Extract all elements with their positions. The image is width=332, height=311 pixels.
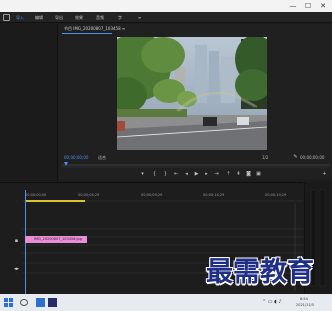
ruler-tick-4: 00;00;19;29 bbox=[265, 193, 287, 197]
video-frame bbox=[117, 37, 267, 150]
transport-controls: ▾ { } ⇤ ◂ ▶ ▸ ⇥ ⇡ ⇞ ◙ ▣ + bbox=[59, 169, 332, 181]
add-marker-icon[interactable]: ▾ bbox=[139, 171, 146, 178]
source-panel bbox=[0, 24, 58, 181]
mark-out-icon[interactable]: } bbox=[162, 171, 169, 178]
work-area-bar[interactable] bbox=[26, 200, 85, 202]
fit-dropdown[interactable]: 适合 bbox=[98, 155, 106, 161]
clip-label: IMG_20200807_103458.jpg bbox=[34, 237, 82, 241]
mark-in-icon[interactable]: { bbox=[151, 171, 158, 178]
windows-taskbar: ⌃ ▭ ◖ ♪ 8:54 2021/11/5 bbox=[0, 294, 332, 311]
workspace-tab-import[interactable]: 导入 bbox=[16, 12, 24, 23]
play-icon[interactable]: ▶ bbox=[193, 171, 200, 178]
wrench-icon[interactable]: ✎ bbox=[292, 154, 299, 161]
close-button[interactable]: ✕ bbox=[316, 0, 330, 12]
program-monitor-tab[interactable]: 节目 IMG_20200807_103458 ≡ bbox=[64, 26, 125, 32]
minimize-button[interactable]: — bbox=[286, 0, 300, 12]
ruler-tick-2: 00;00;09;29 bbox=[141, 193, 163, 197]
watermark-logo: 最需教育 bbox=[206, 257, 314, 288]
ruler-tick-3: 00;00;14;29 bbox=[203, 193, 225, 197]
workspace-tab-audio[interactable]: 音频 bbox=[96, 12, 104, 23]
workspace-menu-bar: 导入 编辑 导出 效果 音频 字 ≡ bbox=[0, 12, 332, 23]
workspace-tab-edit[interactable]: 编辑 bbox=[35, 12, 43, 23]
premiere-taskbar-icon[interactable] bbox=[48, 298, 57, 307]
window-title-bar: — ☐ ✕ bbox=[0, 0, 332, 12]
go-to-out-icon[interactable]: ⇥ bbox=[213, 171, 220, 178]
ruler-tick-0: 00;00;00;00 bbox=[25, 193, 47, 197]
track-solo-icon[interactable]: ◂▸ bbox=[13, 266, 20, 273]
monitor-scrubber[interactable] bbox=[62, 162, 330, 168]
active-tab-indicator bbox=[62, 33, 112, 34]
maximize-button[interactable]: ☐ bbox=[301, 0, 315, 12]
current-timecode[interactable]: 00;00;00;00 bbox=[64, 155, 88, 160]
duration-timecode: 00;00;00;00 bbox=[300, 155, 325, 160]
step-forward-icon[interactable]: ▸ bbox=[203, 171, 210, 178]
ruler-tick-1: 00;00;04;29 bbox=[78, 193, 100, 197]
workspace-tab-export[interactable]: 导出 bbox=[55, 12, 63, 23]
search-icon[interactable] bbox=[20, 299, 28, 306]
lift-icon[interactable]: ⇡ bbox=[225, 171, 232, 178]
settings-icon[interactable]: ▣ bbox=[255, 171, 262, 178]
tray-icons[interactable]: ⌃ ▭ ◖ ♪ bbox=[262, 299, 282, 305]
timeline-clip[interactable]: IMG_20200807_103458.jpg bbox=[25, 236, 87, 243]
track-lock-icon[interactable]: ▪ bbox=[13, 238, 20, 245]
add-button-icon[interactable]: + bbox=[321, 171, 328, 178]
premiere-window: — ☐ ✕ 导入 编辑 导出 效果 音频 字 ≡ 节目 IMG_20200807… bbox=[0, 0, 332, 311]
workspace-tab-titles[interactable]: 字 bbox=[118, 12, 122, 23]
workspace-tab-effects[interactable]: 效果 bbox=[75, 12, 83, 23]
taskbar-app-icon[interactable] bbox=[36, 298, 45, 307]
windows-start-icon[interactable] bbox=[4, 298, 14, 308]
extract-icon[interactable]: ⇞ bbox=[235, 171, 242, 178]
street-scene-image bbox=[117, 37, 267, 150]
go-to-in-icon[interactable]: ⇤ bbox=[173, 171, 180, 178]
home-icon[interactable] bbox=[3, 14, 10, 21]
export-frame-icon[interactable]: ◙ bbox=[245, 171, 252, 178]
resolution-dropdown[interactable]: 1/2 bbox=[262, 155, 268, 160]
clock-time[interactable]: 8:54 bbox=[300, 297, 308, 301]
workspace-menu-icon[interactable]: ≡ bbox=[138, 12, 141, 23]
clock-date[interactable]: 2021/11/5 bbox=[296, 303, 314, 307]
step-back-icon[interactable]: ◂ bbox=[183, 171, 190, 178]
